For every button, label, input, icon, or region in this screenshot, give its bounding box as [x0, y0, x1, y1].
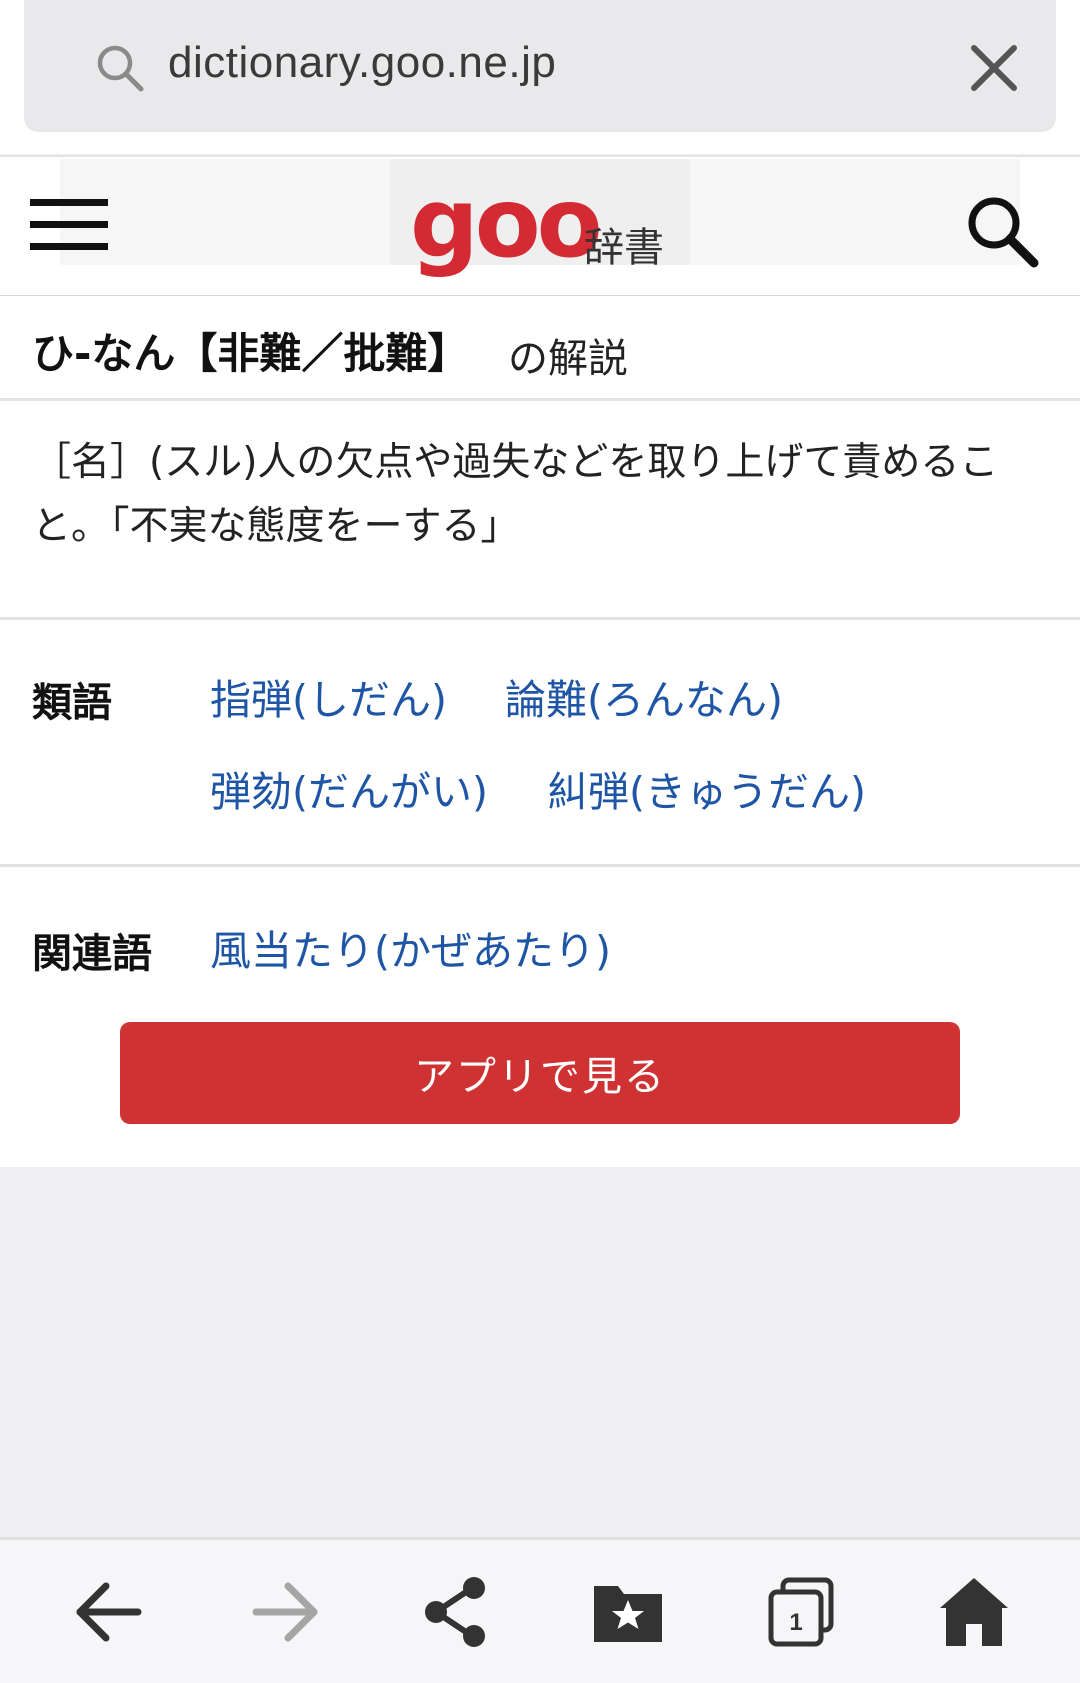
- synonyms-section: 類語 指弾(しだん) 論難(ろんなん) 弾劾(だんがい) 糾弾(きゅうだん): [0, 620, 1080, 867]
- bookmarks-folder-icon[interactable]: [590, 1574, 666, 1650]
- open-in-app-button[interactable]: アプリで見る: [120, 1022, 960, 1124]
- synonyms-label: 類語: [32, 680, 112, 726]
- search-icon[interactable]: [964, 193, 1040, 269]
- search-icon: [97, 45, 144, 92]
- entry-title-suffix: の解説: [508, 336, 628, 382]
- home-icon[interactable]: [936, 1574, 1012, 1650]
- close-icon[interactable]: [968, 42, 1020, 94]
- entry-headword: ひ-なん【非難／批難】: [32, 329, 470, 378]
- logo-dictionary-label: 辞書: [584, 225, 664, 271]
- address-bar[interactable]: dictionary.goo.ne.jp: [24, 0, 1056, 132]
- tabs-stack-icon: 1: [768, 1577, 834, 1647]
- back-arrow-icon[interactable]: [72, 1574, 148, 1650]
- url-text[interactable]: dictionary.goo.ne.jp: [168, 38, 556, 88]
- synonym-link[interactable]: 糾弾(きゅうだん): [547, 758, 866, 818]
- synonym-link[interactable]: 弾劾(だんがい): [210, 758, 488, 818]
- definition-section: ［名］(スル)人の欠点や過失などを取り上げて責めること。「不実な態度をーする」: [0, 401, 1080, 620]
- site-header: goo 辞書: [0, 155, 1080, 298]
- share-icon[interactable]: [418, 1574, 494, 1650]
- related-words-section: 関連語 風当たり(かぜあたり) アプリで見る: [0, 867, 1080, 1167]
- entry-title-row: ひ-なん【非難／批難】 の解説: [0, 296, 1080, 401]
- related-words-label: 関連語: [32, 931, 152, 977]
- forward-arrow-icon[interactable]: [246, 1574, 322, 1650]
- hamburger-menu-icon[interactable]: [30, 197, 108, 253]
- browser-bottom-bar: 1: [0, 1537, 1080, 1683]
- logo-goo: goo: [410, 167, 603, 279]
- definition-text: ［名］(スル)人の欠点や過失などを取り上げて責めること。「不実な態度をーする」: [32, 440, 999, 549]
- related-word-link[interactable]: 風当たり(かぜあたり): [210, 917, 611, 977]
- synonym-link[interactable]: 論難(ろんなん): [505, 666, 783, 726]
- browser-toolbar: dictionary.goo.ne.jp: [0, 0, 1080, 154]
- tabs-icon[interactable]: 1: [763, 1574, 839, 1650]
- tab-count: 1: [789, 1609, 802, 1636]
- synonym-link[interactable]: 指弾(しだん): [210, 666, 447, 726]
